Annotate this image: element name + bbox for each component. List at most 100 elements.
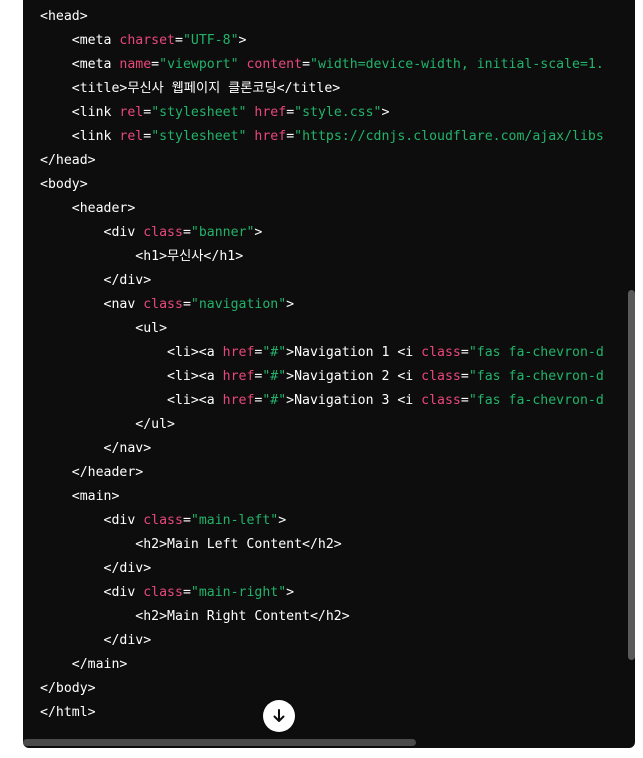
code-line: <body> — [40, 173, 604, 197]
code-token-attr: class — [143, 585, 183, 600]
code-line: </html> — [40, 701, 604, 725]
code-token-attr: charset — [119, 33, 175, 48]
code-token-attr: href — [222, 393, 255, 408]
code-token-plain: <div — [103, 585, 144, 600]
code-token-plain: > — [286, 297, 295, 312]
code-token-plain: > — [286, 585, 295, 600]
code-token-attr: href — [254, 105, 287, 120]
code-token-plain: <li><a — [167, 369, 223, 384]
code-line: </ul> — [40, 413, 604, 437]
code-token-plain: > — [254, 225, 263, 240]
scroll-to-bottom-button[interactable] — [263, 700, 295, 732]
code-token-str: "stylesheet" — [151, 129, 247, 144]
code-token-plain: <h1>무신사</h1> — [135, 249, 244, 264]
code-token-str: "stylesheet" — [151, 105, 247, 120]
code-token-plain: = — [460, 393, 469, 408]
code-token-plain: </div> — [103, 633, 152, 648]
code-token-attr: class — [143, 225, 183, 240]
code-token-plain: = — [143, 129, 152, 144]
code-line: </div> — [40, 269, 604, 293]
code-line: <li><a href="#">Navigation 2 <i class="f… — [40, 365, 604, 389]
code-token-plain: <body> — [40, 177, 88, 192]
code-content: <head> <meta charset="UTF-8"> <meta name… — [40, 5, 604, 725]
code-line: <main> — [40, 485, 604, 509]
code-token-plain: <h2>Main Right Content</h2> — [135, 609, 350, 624]
code-token-str: "navigation" — [190, 297, 287, 312]
code-token-plain: > — [381, 105, 390, 120]
code-token-plain: <li><a — [167, 393, 223, 408]
code-line: </div> — [40, 629, 604, 653]
code-token-attr: class — [143, 297, 183, 312]
code-block: <head> <meta charset="UTF-8"> <meta name… — [23, 0, 635, 748]
code-line: </div> — [40, 557, 604, 581]
code-token-plain: <meta — [71, 33, 120, 48]
code-token-plain: <h2>Main Left Content</h2> — [135, 537, 342, 552]
code-token-str: "UTF-8" — [182, 33, 239, 48]
code-token-plain: <div — [103, 513, 144, 528]
code-token-str: "#" — [262, 393, 287, 408]
code-token-attr: href — [222, 345, 255, 360]
code-token-plain: = — [182, 297, 191, 312]
code-token-attr: class — [421, 345, 461, 360]
vertical-scrollbar-thumb[interactable] — [628, 290, 635, 660]
code-token-plain: <div — [103, 225, 144, 240]
code-token-plain: </html> — [40, 705, 96, 720]
code-line: <link rel="stylesheet" href="https://cdn… — [40, 125, 604, 149]
code-token-str: "fas fa-chevron-d — [468, 369, 604, 384]
code-token-str: "#" — [262, 345, 287, 360]
code-line: <h2>Main Right Content</h2> — [40, 605, 604, 629]
code-token-plain: = — [182, 225, 191, 240]
vertical-scrollbar[interactable] — [627, 0, 635, 748]
code-token-plain: </main> — [71, 657, 128, 672]
code-line: <li><a href="#">Navigation 1 <i class="f… — [40, 341, 604, 365]
code-token-str: "fas fa-chevron-d — [468, 393, 604, 408]
code-token-attr: content — [246, 57, 303, 72]
code-line: <div class="main-right"> — [40, 581, 604, 605]
code-token-plain: = — [151, 57, 160, 72]
code-token-plain: >Navigation 1 <i — [286, 345, 422, 360]
code-line: <nav class="navigation"> — [40, 293, 604, 317]
code-token-plain: <title>무신사 웹페이지 클론코딩</title> — [71, 81, 341, 96]
code-token-plain: <link — [71, 129, 120, 144]
code-token-plain: = — [286, 129, 295, 144]
code-token-plain: </div> — [103, 561, 152, 576]
code-line: <head> — [40, 5, 604, 29]
arrow-down-icon — [271, 708, 287, 724]
code-token-plain: = — [302, 57, 311, 72]
code-token-str: "main-right" — [190, 585, 287, 600]
code-token-attr: class — [421, 393, 461, 408]
code-line: <div class="banner"> — [40, 221, 604, 245]
code-token-attr: name — [119, 57, 152, 72]
code-token-attr: rel — [119, 129, 144, 144]
code-line: <ul> — [40, 317, 604, 341]
code-token-plain: = — [182, 585, 191, 600]
code-line: <link rel="stylesheet" href="style.css"> — [40, 101, 604, 125]
horizontal-scrollbar-thumb[interactable] — [23, 739, 416, 746]
code-token-str: "fas fa-chevron-d — [468, 345, 604, 360]
code-token-plain: </header> — [71, 465, 144, 480]
code-token-str: "main-left" — [190, 513, 279, 528]
code-token-attr: class — [143, 513, 183, 528]
code-token-attr: href — [254, 129, 287, 144]
code-line: </main> — [40, 653, 604, 677]
code-token-plain: </head> — [40, 153, 96, 168]
code-token-plain: <head> — [40, 9, 88, 24]
code-token-plain: <main> — [71, 489, 120, 504]
